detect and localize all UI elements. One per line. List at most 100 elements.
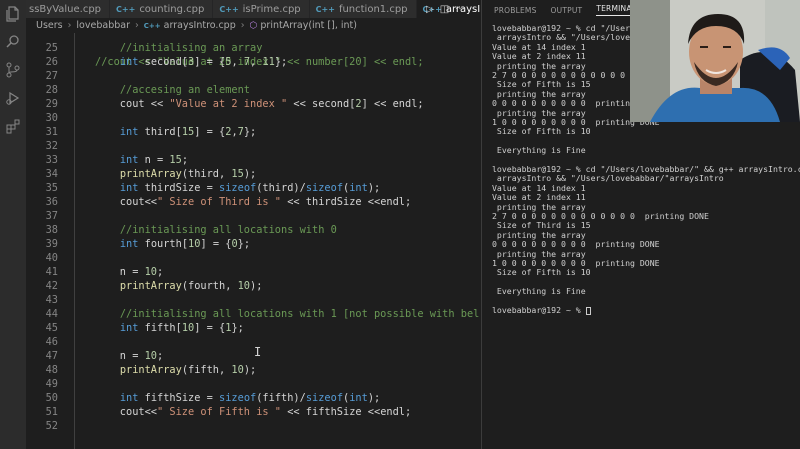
function-icon: ⬡ <box>249 20 258 31</box>
terminal-line: Everything is Fine <box>492 145 586 156</box>
code-line: 34 printArray(third, 15); <box>26 167 480 181</box>
code-line: 35 int thirdSize = sizeof(third)/sizeof(… <box>26 181 480 195</box>
code-line-partial: //cout << "Value at 20 index " << number… <box>26 33 480 68</box>
tab-output[interactable]: OUTPUT <box>551 6 583 15</box>
line-number: 48 <box>45 364 58 376</box>
run-icon[interactable]: ▷ <box>426 4 434 15</box>
code-text: //initialising all locations with 1 [not… <box>119 308 480 320</box>
chevron-right-icon: › <box>134 20 139 31</box>
line-number: 27 <box>45 70 58 82</box>
tab-label: isPrime.cpp <box>242 3 301 15</box>
breadcrumb-item[interactable]: printArray(int [], int) <box>260 20 357 31</box>
terminal-line: Size of Fifth is 10 <box>492 267 591 278</box>
code-line: 30 <box>26 111 480 125</box>
code-editor[interactable]: //cout << "Value at 20 index " << number… <box>26 33 480 449</box>
terminal-line: Size of Fifth is 10 <box>492 126 591 137</box>
breadcrumb-item[interactable]: lovebabbar <box>76 20 130 31</box>
code-text: cout<<" Size of Fifth is " << fifthSize … <box>95 406 412 418</box>
code-text: int fifth[10] = {1}; <box>119 322 244 334</box>
line-number: 47 <box>45 350 58 362</box>
line-number: 30 <box>45 112 58 124</box>
code-line: 52 <box>26 419 480 433</box>
line-number: 46 <box>45 336 58 348</box>
code-line: 39 int fourth[10] = {0}; <box>26 237 480 251</box>
code-text: int third[15] = {2,7}; <box>119 126 257 138</box>
terminal-line: Everything is Fine <box>492 286 586 297</box>
cpp-file-icon: C++ <box>116 4 136 14</box>
tab-label: counting.cpp <box>139 3 205 15</box>
tab-label: ssByValue.cpp <box>29 3 102 15</box>
line-number: 50 <box>45 392 58 404</box>
code-line: 27 <box>26 69 480 83</box>
line-number: 44 <box>45 308 58 320</box>
code-line: 32 <box>26 139 480 153</box>
line-number: 26 <box>45 56 58 68</box>
line-number: 35 <box>45 182 58 194</box>
panel-tabs: PROBLEMS OUTPUT TERMINAL <box>482 0 637 20</box>
code-text: int thirdSize = sizeof(third)/sizeof(int… <box>119 182 381 194</box>
more-actions-icon[interactable]: ··· <box>455 4 465 15</box>
activity-bar <box>0 0 26 449</box>
tab-problems[interactable]: PROBLEMS <box>494 6 537 15</box>
breadcrumb-item[interactable]: arraysIntro.cpp <box>164 20 236 31</box>
code-text: printArray(fifth, 10); <box>119 364 257 376</box>
code-line: 38 //initialising all locations with 0 <box>26 223 480 237</box>
tab-isprime[interactable]: C++ isPrime.cpp <box>213 0 310 18</box>
code-line: 31 int third[15] = {2,7}; <box>26 125 480 139</box>
code-line: 44 //initialising all locations with 1 [… <box>26 307 480 321</box>
line-number: 37 <box>45 210 58 222</box>
code-line: 41 n = 10; <box>26 265 480 279</box>
code-text: printArray(third, 15); <box>119 168 257 180</box>
code-line: 28 //accesing an element <box>26 83 480 97</box>
line-number: 45 <box>45 322 58 334</box>
source-control-icon[interactable] <box>5 62 21 78</box>
line-number: 40 <box>45 252 58 264</box>
terminal-line: lovebabbar@192 ~ % <box>492 305 591 315</box>
explorer-icon[interactable] <box>5 6 21 22</box>
run-debug-icon[interactable] <box>5 90 21 106</box>
cpp-file-icon: C++ <box>143 21 161 30</box>
line-number: 43 <box>45 294 58 306</box>
code-text: int fifthSize = sizeof(fifth)/sizeof(int… <box>119 392 381 404</box>
line-number: 51 <box>45 406 58 418</box>
line-number: 34 <box>45 168 58 180</box>
tab-function1[interactable]: C++ function1.cpp <box>309 0 417 18</box>
code-text: cout << "Value at 2 index " << second[2]… <box>95 98 424 110</box>
line-number: 42 <box>45 280 58 292</box>
cpp-file-icon: C++ <box>315 4 335 14</box>
code-text: int second[3] = {5, 7, 11}; <box>119 56 288 68</box>
code-line: 48 printArray(fifth, 10); <box>26 363 480 377</box>
chevron-right-icon: › <box>240 20 245 31</box>
tab-passbyvalue[interactable]: ssByValue.cpp <box>26 0 111 18</box>
code-line: 40 <box>26 251 480 265</box>
line-number: 49 <box>45 378 58 390</box>
line-number: 41 <box>45 266 58 278</box>
line-number: 36 <box>45 196 58 208</box>
code-line: 26 int second[3] = {5, 7, 11}; <box>26 55 480 69</box>
extensions-icon[interactable] <box>5 118 21 134</box>
code-text: n = 10; <box>95 350 164 362</box>
code-line: 36 cout<<" Size of Third is " << thirdSi… <box>26 195 480 209</box>
code-line: 29 cout << "Value at 2 index " << second… <box>26 97 480 111</box>
code-text: int fourth[10] = {0}; <box>119 238 251 250</box>
line-number: 29 <box>45 98 58 110</box>
editor-actions: ▷ ◫ ··· <box>426 0 465 18</box>
split-editor-icon[interactable]: ◫ <box>440 4 449 15</box>
line-number: 28 <box>45 84 58 96</box>
code-line: 43 <box>26 293 480 307</box>
search-icon[interactable] <box>5 34 21 50</box>
code-line: 42 printArray(fourth, 10); <box>26 279 480 293</box>
code-text: int n = 15; <box>119 154 189 166</box>
code-text: //initialising all locations with 0 <box>119 224 337 236</box>
code-text: //accesing an element <box>119 84 250 96</box>
line-number: 38 <box>45 224 58 236</box>
line-number: 39 <box>45 238 58 250</box>
breadcrumb-item[interactable]: Users <box>36 20 63 31</box>
code-text: n = 10; <box>95 266 164 278</box>
line-number: 32 <box>45 140 58 152</box>
cpp-file-icon: C++ <box>219 4 239 14</box>
tab-counting[interactable]: C++ counting.cpp <box>110 0 214 18</box>
code-line: 50 int fifthSize = sizeof(fifth)/sizeof(… <box>26 391 480 405</box>
code-line: 25 //initialising an array <box>26 41 480 55</box>
code-line: 37 <box>26 209 480 223</box>
